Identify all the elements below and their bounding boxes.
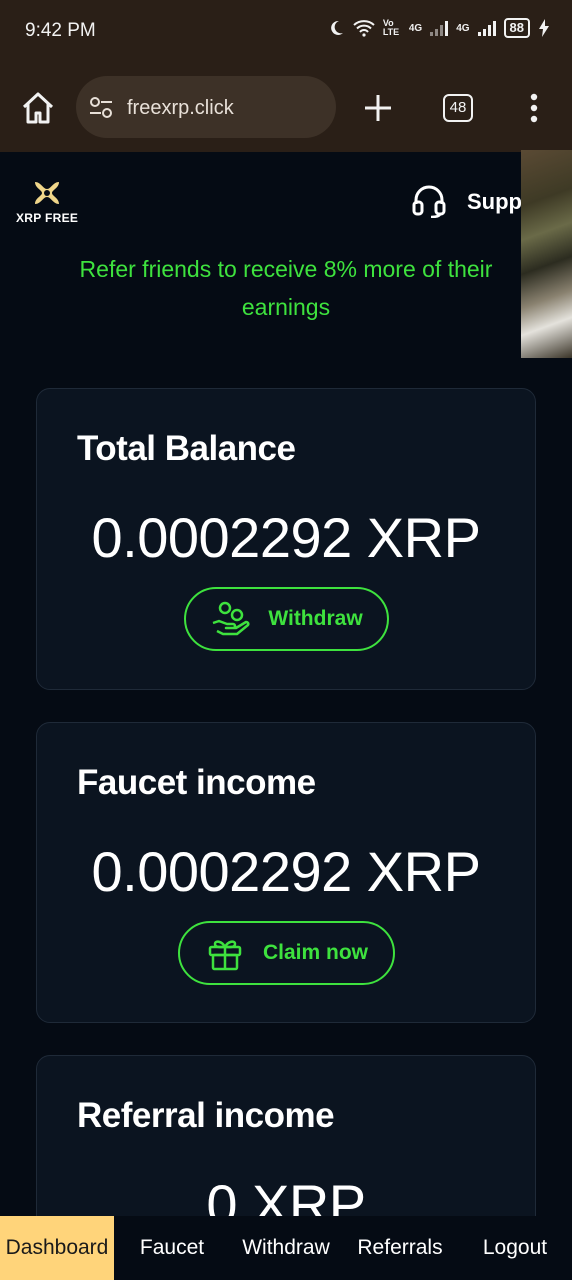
signal-1-icon [430,20,449,36]
card-title: Total Balance [77,429,296,468]
headset-icon[interactable] [411,184,447,218]
status-bar: 9:42 PM Vo LTE 4G 4G 88 [0,0,572,62]
site-header: XRP FREE Support [0,152,572,242]
balance-value: 0.0002292 XRP [91,506,481,569]
gift-icon [208,940,242,971]
address-bar[interactable]: freexrp.click [76,76,336,138]
xrp-logo-icon[interactable] [31,177,63,209]
bottom-navigation: Dashboard Faucet Withdraw Referrals Logo… [0,1216,572,1280]
new-tab-icon[interactable] [362,92,394,124]
more-options-icon[interactable] [528,92,540,124]
card-title: Referral income [77,1096,335,1135]
tab-switcher-button[interactable]: 48 [443,94,473,122]
network-type-1: 4G [408,22,423,34]
charging-icon [539,19,549,37]
logo-text: XRP FREE [16,211,79,225]
faucet-income-value: 0.0002292 XRP [91,840,481,903]
nav-withdraw[interactable]: Withdraw [234,1216,338,1280]
nav-faucet[interactable]: Faucet [126,1216,218,1280]
withdraw-button-label: Withdraw [268,607,363,630]
moon-icon [330,20,343,35]
nav-dashboard[interactable]: Dashboard [0,1216,114,1280]
nav-logout[interactable]: Logout [472,1216,558,1280]
browser-toolbar: freexrp.click 48 [0,62,572,152]
withdraw-button[interactable]: Withdraw [184,587,389,651]
referral-promo-text: Refer friends to receive 8% more of thei… [79,256,493,320]
volte-label: Vo LTE [382,18,400,37]
card-title: Faucet income [77,763,316,802]
url-text: freexrp.click [127,97,234,119]
signal-2-icon [477,20,496,36]
status-time: 9:42 PM [25,20,96,41]
hand-coin-icon [212,601,250,636]
claim-now-button-label: Claim now [262,941,368,964]
status-icons: Vo LTE 4G 4G 88 [327,18,550,38]
total-balance-card: Total Balance 0.0002292 XRP Withdraw [36,388,536,690]
faucet-income-card: Faucet income 0.0002292 XRP Claim now [36,722,536,1023]
nav-referrals[interactable]: Referrals [350,1216,450,1280]
wifi-icon [353,20,375,37]
battery-indicator: 88 [503,18,530,38]
site-settings-icon[interactable] [88,96,114,120]
home-icon[interactable] [20,90,56,126]
network-type-2: 4G [456,22,470,34]
claim-now-button[interactable]: Claim now [178,921,395,985]
